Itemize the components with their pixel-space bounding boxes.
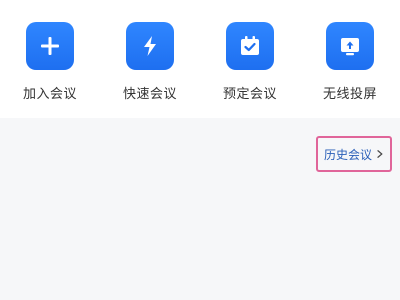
lightning-icon bbox=[144, 36, 156, 56]
schedule-meeting-tile[interactable] bbox=[226, 22, 274, 70]
chevron-right-icon bbox=[377, 150, 383, 158]
join-meeting-label: 加入会议 bbox=[22, 87, 77, 102]
meeting-history-link[interactable]: 历史会议 bbox=[316, 136, 392, 172]
schedule-meeting-label: 预定会议 bbox=[222, 87, 277, 102]
join-meeting-button[interactable]: 加入会议 bbox=[10, 22, 90, 102]
join-meeting-tile[interactable] bbox=[26, 22, 74, 70]
quick-meeting-tile[interactable] bbox=[126, 22, 174, 70]
quick-actions-panel: 加入会议 快速会议 预定会议 无线投屏 bbox=[0, 0, 400, 118]
meeting-history-label: 历史会议 bbox=[323, 147, 372, 162]
calendar-check-icon bbox=[241, 36, 259, 55]
schedule-meeting-button[interactable]: 预定会议 bbox=[210, 22, 290, 102]
quick-meeting-button[interactable]: 快速会议 bbox=[110, 22, 190, 102]
wireless-cast-label: 无线投屏 bbox=[322, 87, 377, 102]
screen-cast-icon bbox=[341, 38, 359, 56]
wireless-cast-button[interactable]: 无线投屏 bbox=[310, 22, 390, 102]
quick-meeting-label: 快速会议 bbox=[122, 87, 177, 102]
wireless-cast-tile[interactable] bbox=[326, 22, 374, 70]
plus-icon bbox=[41, 37, 59, 55]
